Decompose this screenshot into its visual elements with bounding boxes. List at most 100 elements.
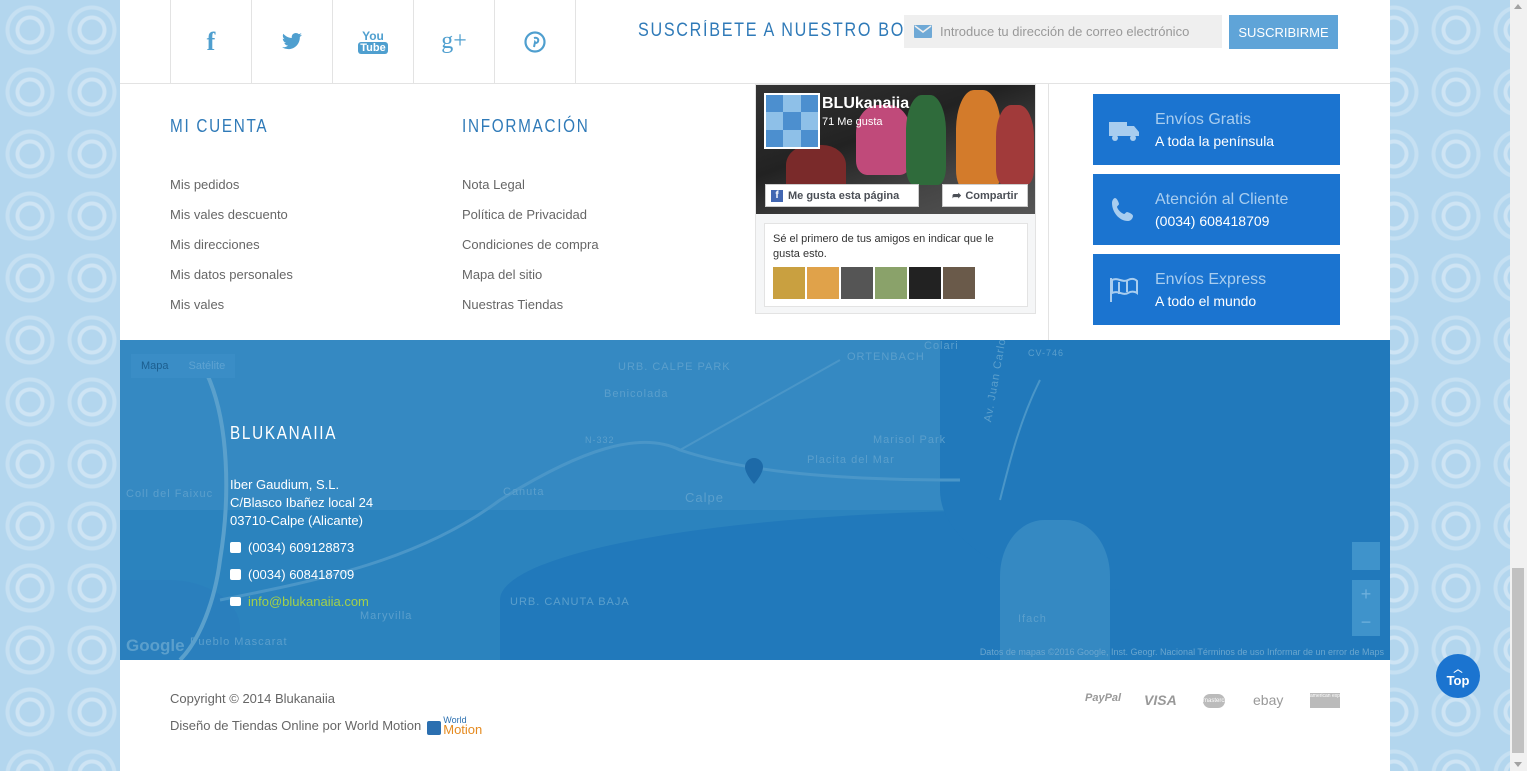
envelope-icon [230,597,241,606]
subscribe-button[interactable]: SUSCRIBIRME [1229,15,1338,49]
facebook-cover-image[interactable]: BLUkanaiia 71 Me gusta f Me gusta esta p… [756,85,1035,214]
map-tab-satellite[interactable]: Satélite [179,354,236,378]
info-link-terms[interactable]: Condiciones de compra [462,237,599,252]
back-to-top-label: Top [1446,672,1470,688]
scroll-down-arrow-icon[interactable] [1514,762,1522,767]
store-map[interactable]: Mapa Satélite URB. CALPE PARK Benicolada… [120,340,1390,660]
account-link-vouchers[interactable]: Mis vales descuento [170,207,288,222]
friend-avatar[interactable] [841,267,873,299]
envelope-icon [914,25,932,38]
map-label: Calpe [685,490,724,505]
copyright-text: Copyright © 2014 Blukanaiia [170,691,335,706]
social-bar: f You Tube g+ SUSCRÍBETE A NUESTRO BOLET… [120,0,1390,84]
friend-avatar[interactable] [943,267,975,299]
map-label: Canuta [503,486,545,498]
facebook-friends-text: Sé el primero de tus amigos en indicar q… [773,233,994,260]
pinterest-icon [524,30,546,53]
zoom-in-button[interactable]: + [1352,580,1380,608]
phone-icon [230,542,241,553]
facebook-like-label: Me gusta esta página [788,189,900,202]
mastercard-icon: mastercard [1203,694,1225,708]
youtube-icon: You Tube [358,28,388,54]
map-label: Ifach [1018,613,1047,625]
pinterest-link[interactable] [494,0,576,83]
google-logo: Google [126,636,185,655]
map-tab-map[interactable]: Mapa [131,354,179,378]
friend-avatar[interactable] [875,267,907,299]
service-title: Envíos Express [1155,271,1267,288]
map-label: URB. CALPE PARK [618,361,731,373]
google-plus-link[interactable]: g+ [413,0,494,83]
service-express-shipping[interactable]: Envíos Express A todo el mundo [1093,254,1340,325]
chevron-up-icon: ︿ [1453,663,1463,674]
friend-avatar[interactable] [909,267,941,299]
facebook-icon: f [206,26,216,56]
map-label: Pueblo Mascarat [190,636,288,648]
account-link-personal-data[interactable]: Mis datos personales [170,267,293,282]
zoom-out-button[interactable]: − [1352,608,1380,636]
friend-avatar[interactable] [773,267,805,299]
share-arrow-icon: ➦ [952,190,962,202]
account-link-orders[interactable]: Mis pedidos [170,177,239,192]
puzzle-icon [427,721,442,735]
google-plus-icon: g+ [441,28,467,54]
info-link-privacy[interactable]: Política de Privacidad [462,207,587,222]
map-pin-icon[interactable] [745,458,763,484]
twitter-link[interactable] [251,0,332,83]
store-email[interactable]: info@blukanaiia.com [230,594,369,609]
account-link-credit-slips[interactable]: Mis vales [170,297,224,312]
service-free-shipping[interactable]: Envíos Gratis A toda la península [1093,94,1340,165]
map-label: Placita del Mar [807,454,895,466]
amex-icon: american express [1310,693,1340,708]
facebook-widget: BLUkanaiia 71 Me gusta f Me gusta esta p… [755,84,1036,314]
map-label: N-332 [585,435,615,445]
store-city: 03710-Calpe (Alicante) [230,513,363,528]
facebook-like-button[interactable]: f Me gusta esta página [765,184,919,207]
phone-icon [1112,198,1133,221]
facebook-icon: f [771,189,783,202]
map-label: Coll del Faixuc [126,488,214,500]
scrollbar-thumb[interactable] [1512,568,1524,753]
facebook-share-button[interactable]: ➦ Compartir [942,184,1028,207]
newsletter-email-input[interactable]: Introduce tu dirección de correo electró… [904,15,1222,48]
page-container: f You Tube g+ SUSCRÍBETE A NUESTRO BOLET… [120,0,1390,771]
info-link-sitemap[interactable]: Mapa del sitio [462,267,542,282]
truck-icon [1109,122,1139,141]
friend-avatar[interactable] [807,267,839,299]
facebook-share-label: Compartir [965,189,1018,202]
store-email-text[interactable]: info@blukanaiia.com [248,594,369,609]
info-link-stores[interactable]: Nuestras Tiendas [462,297,563,312]
youtube-text-top: You [362,28,384,43]
map-attribution[interactable]: Datos de mapas ©2016 Google, Inst. Geogr… [980,647,1384,657]
facebook-page-name[interactable]: BLUkanaiia [822,95,909,113]
phone-icon [230,569,241,580]
facebook-page-avatar[interactable] [764,93,820,149]
map-label: Maryvilla [360,610,413,622]
service-subtitle: A todo el mundo [1155,293,1257,309]
map-type-tabs: Mapa Satélite [131,354,236,378]
store-name: BLUKANAIIA [230,423,338,443]
store-phone-1-text: (0034) 609128873 [248,540,355,555]
map-label: ORTENBACH [847,351,925,363]
facebook-link[interactable]: f [170,0,251,83]
store-company: Iber Gaudium, S.L. [230,477,340,492]
account-link-addresses[interactable]: Mis direcciones [170,237,260,252]
map-label: Benicolada [604,388,669,400]
facebook-friends-panel: Sé el primero de tus amigos en indicar q… [764,223,1028,307]
world-motion-logo[interactable]: World Motion [427,715,482,736]
service-title: Envíos Gratis [1155,111,1252,128]
service-subtitle: (0034) 608418709 [1155,213,1270,229]
store-phone-1: (0034) 609128873 [230,540,354,555]
scroll-up-arrow-icon[interactable] [1514,4,1522,9]
info-link-legal[interactable]: Nota Legal [462,177,525,192]
info-title: INFORMACIÓN [462,116,590,136]
page-scrollbar[interactable] [1510,0,1527,771]
service-customer-support[interactable]: Atención al Cliente (0034) 608418709 [1093,174,1340,245]
street-view-pegman-icon[interactable] [1352,542,1380,570]
store-street: C/Blasco Ibañez local 24 [230,495,374,510]
store-phone-2: (0034) 608418709 [230,567,354,582]
back-to-top-button[interactable]: ︿ Top [1436,654,1480,698]
youtube-link[interactable]: You Tube [332,0,413,83]
flag-icon [1110,277,1138,302]
visa-icon: VISA [1144,692,1177,708]
